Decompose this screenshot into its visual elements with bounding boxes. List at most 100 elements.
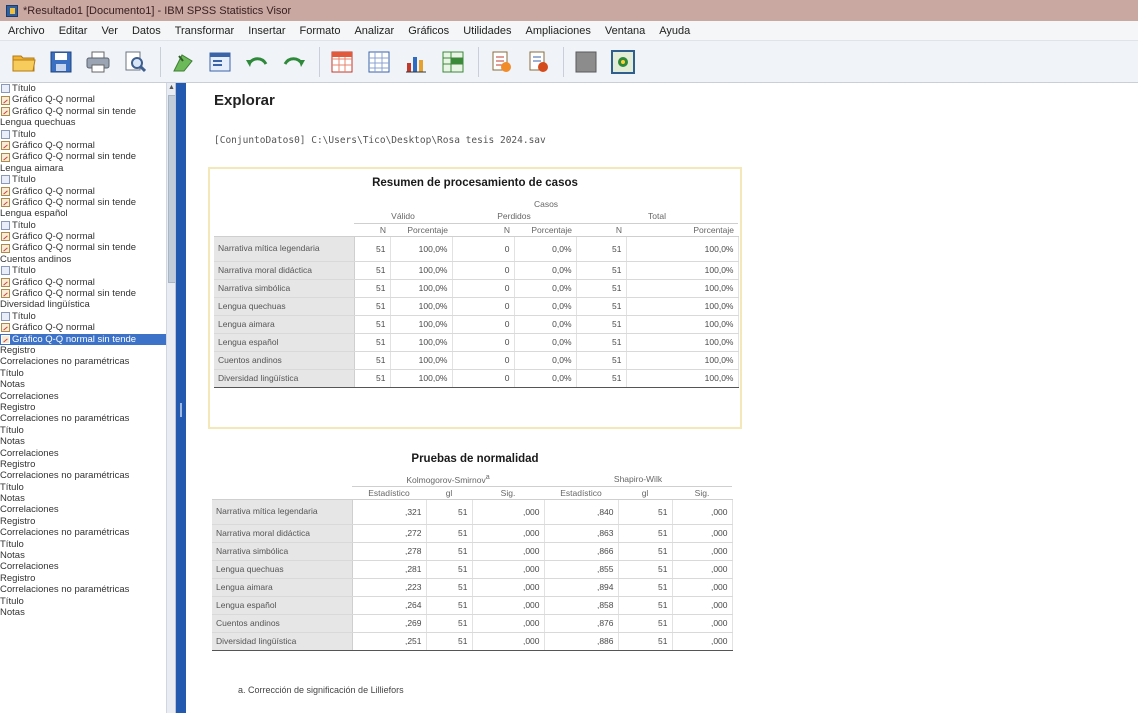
menu-utilidades[interactable]: Utilidades xyxy=(457,25,519,37)
menu-archivo[interactable]: Archivo xyxy=(2,25,53,37)
insert-heading-icon[interactable] xyxy=(572,48,600,76)
menu-datos[interactable]: Datos xyxy=(126,25,169,37)
graph-icon xyxy=(1,186,10,196)
table-cell: 51 xyxy=(354,279,391,298)
outline-item[interactable]: Correlaciones no paramétricas xyxy=(0,584,166,595)
scrollbar-thumb[interactable] xyxy=(168,95,175,283)
outline-item[interactable]: Título xyxy=(0,539,166,550)
menu-transformar[interactable]: Transformar xyxy=(169,25,243,37)
outline-item[interactable]: Correlaciones xyxy=(0,561,166,572)
outline-item[interactable]: Lengua quechuas xyxy=(0,117,166,128)
outline-item[interactable]: Lengua aimara xyxy=(0,163,166,174)
outline-scrollbar[interactable]: ▲ xyxy=(166,83,175,713)
title-icon xyxy=(1,312,10,321)
outline-item[interactable]: Título xyxy=(0,83,166,94)
outline-item[interactable]: Diversidad lingüística xyxy=(0,299,166,310)
outline-item[interactable]: Gráfico Q-Q normal sin tende xyxy=(0,151,166,162)
menu-insertar[interactable]: Insertar xyxy=(242,25,293,37)
outline-item[interactable]: Lengua español xyxy=(0,208,166,219)
outline-item[interactable]: Gráfico Q-Q normal sin tende xyxy=(0,242,166,253)
outline-item[interactable]: Título xyxy=(0,311,166,322)
outline-item[interactable]: Correlaciones no paramétricas xyxy=(0,527,166,538)
menu-ventana[interactable]: Ventana xyxy=(599,25,653,37)
outline-item[interactable]: Notas xyxy=(0,550,166,561)
outline-item[interactable]: Registro xyxy=(0,345,166,356)
outline-item[interactable]: Título xyxy=(0,425,166,436)
menu-ayuda[interactable]: Ayuda xyxy=(653,25,698,37)
scroll-up-arrow-icon[interactable]: ▲ xyxy=(167,83,175,93)
table-cell: 0,0% xyxy=(514,351,577,370)
outline-item[interactable]: Gráfico Q-Q normal sin tende xyxy=(0,197,166,208)
outline-item[interactable]: Correlaciones no paramétricas xyxy=(0,470,166,481)
redo-icon[interactable] xyxy=(280,48,308,76)
outline-item[interactable]: Correlaciones xyxy=(0,504,166,515)
menu-analizar[interactable]: Analizar xyxy=(348,25,402,37)
show-output-icon[interactable] xyxy=(487,48,515,76)
outline-item[interactable]: Correlaciones xyxy=(0,391,166,402)
table-cell: ,000 xyxy=(672,632,733,651)
save-icon[interactable] xyxy=(47,48,75,76)
outline-item[interactable]: Gráfico Q-Q normal sin tende xyxy=(0,333,166,345)
outline-item[interactable]: Gráfico Q-Q normal sin tende xyxy=(0,106,166,117)
outline-item[interactable]: Registro xyxy=(0,402,166,413)
outline-item[interactable]: Gráfico Q-Q normal xyxy=(0,231,166,242)
outline-item[interactable]: Notas xyxy=(0,493,166,504)
case-summary-table[interactable]: Resumen de procesamiento de casos Casos V… xyxy=(208,167,742,429)
print-preview-icon[interactable] xyxy=(121,48,149,76)
outline-item[interactable]: Notas xyxy=(0,607,166,618)
variables-icon[interactable] xyxy=(402,48,430,76)
toolbar-separator xyxy=(319,46,320,77)
undo-icon[interactable] xyxy=(243,48,271,76)
outline-item[interactable]: Título xyxy=(0,129,166,140)
designate-window-icon[interactable] xyxy=(439,48,467,76)
toolbar-separator xyxy=(160,46,161,77)
menu-gráficos[interactable]: Gráficos xyxy=(402,25,457,37)
normality-table[interactable]: Pruebas de normalidad Kolmogorov-Smirnov… xyxy=(208,449,742,707)
outline-item[interactable]: Gráfico Q-Q normal xyxy=(0,186,166,197)
outline-item[interactable]: Gráfico Q-Q normal xyxy=(0,322,166,333)
outline-item[interactable]: Gráfico Q-Q normal xyxy=(0,140,166,151)
menu-formato[interactable]: Formato xyxy=(294,25,349,37)
outline-item[interactable]: Título xyxy=(0,265,166,276)
outline-item[interactable]: Correlaciones no paramétricas xyxy=(0,413,166,424)
outline-item[interactable]: Registro xyxy=(0,573,166,584)
table-cell: 51 xyxy=(426,632,473,651)
splitter-grip[interactable] xyxy=(180,403,182,417)
export-icon[interactable] xyxy=(169,48,197,76)
col-sub-header: N xyxy=(354,223,390,237)
outline-item[interactable]: Registro xyxy=(0,459,166,470)
graph-icon xyxy=(1,95,10,105)
outline-item[interactable]: Correlaciones xyxy=(0,448,166,459)
open-folder-icon[interactable] xyxy=(10,48,38,76)
outline-item[interactable]: Título xyxy=(0,596,166,607)
insert-output-icon[interactable] xyxy=(609,48,637,76)
outline-item[interactable]: Notas xyxy=(0,436,166,447)
menu-editar[interactable]: Editar xyxy=(53,25,96,37)
outline-item[interactable]: Gráfico Q-Q normal sin tende xyxy=(0,288,166,299)
print-icon[interactable] xyxy=(84,48,112,76)
goto-data-icon[interactable] xyxy=(328,48,356,76)
menu-ver[interactable]: Ver xyxy=(95,25,126,37)
outline-item[interactable]: Título xyxy=(0,174,166,185)
table-cell: 51 xyxy=(426,542,473,561)
window-title: *Resultado1 [Documento1] - IBM SPSS Stat… xyxy=(23,4,292,17)
outline-item[interactable]: Registro xyxy=(0,516,166,527)
outline-item[interactable]: Título xyxy=(0,220,166,231)
case-summary-title: Resumen de procesamiento de casos xyxy=(372,177,578,189)
hide-output-icon[interactable] xyxy=(524,48,552,76)
menu-ampliaciones[interactable]: Ampliaciones xyxy=(520,25,599,37)
recall-dialog-icon[interactable] xyxy=(206,48,234,76)
outline-item-label: Gráfico Q-Q normal sin tende xyxy=(12,333,137,345)
outline-item[interactable]: Cuentos andinos xyxy=(0,254,166,265)
outline-item[interactable]: Correlaciones no paramétricas xyxy=(0,356,166,367)
outline-item[interactable]: Gráfico Q-Q normal xyxy=(0,94,166,105)
pane-splitter[interactable] xyxy=(176,83,186,713)
table-cell: ,000 xyxy=(672,524,733,543)
goto-case-icon[interactable] xyxy=(365,48,393,76)
outline-item[interactable]: Título xyxy=(0,368,166,379)
outline-item[interactable]: Título xyxy=(0,482,166,493)
outline-item[interactable]: Gráfico Q-Q normal xyxy=(0,277,166,288)
col-group-label: Shapiro-Wilk xyxy=(613,474,663,485)
outline-item[interactable]: Notas xyxy=(0,379,166,390)
table-cell: 51 xyxy=(576,279,627,298)
